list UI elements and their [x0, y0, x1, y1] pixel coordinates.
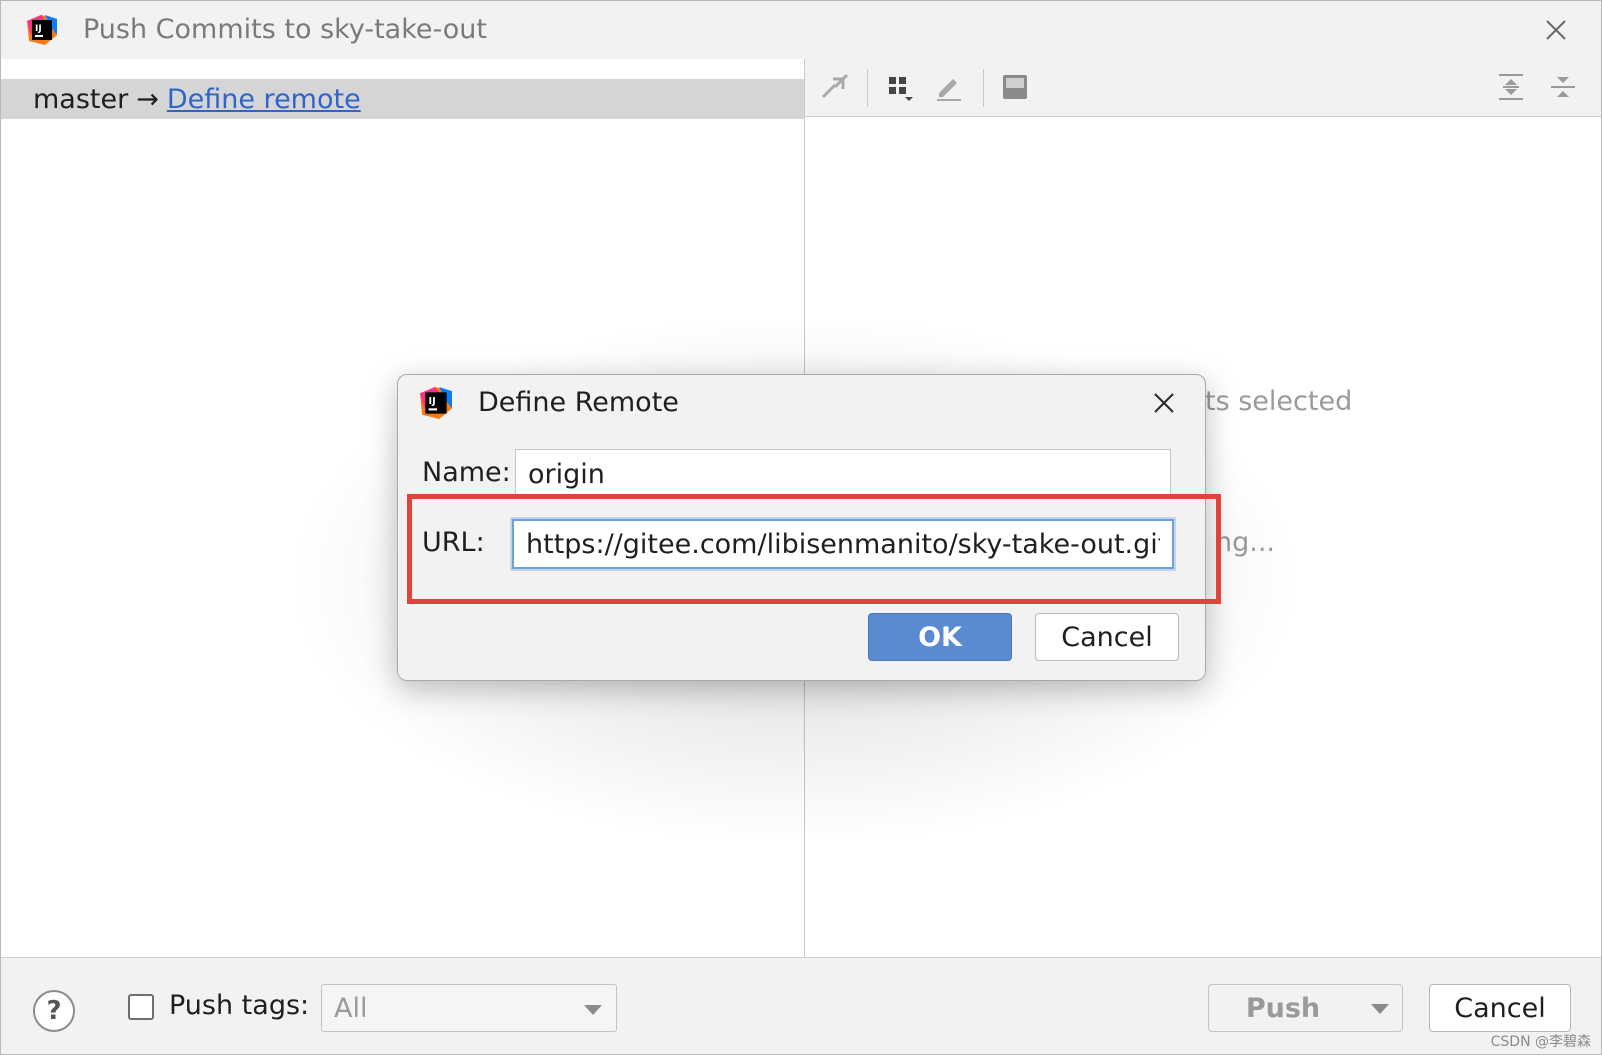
ok-button[interactable]: OK: [868, 613, 1012, 661]
no-commits-selected-text: ts selected: [1205, 386, 1353, 417]
preview-icon[interactable]: [999, 71, 1031, 103]
repo-row[interactable]: master → Define remote: [1, 79, 804, 119]
expand-all-icon[interactable]: [1495, 71, 1527, 103]
push-tags-select-value: All: [334, 993, 368, 1024]
toolbar-separator: [867, 69, 868, 107]
push-tags-checkbox[interactable]: [128, 994, 154, 1020]
help-button[interactable]: ?: [33, 990, 75, 1032]
intellij-idea-icon: IJ: [420, 387, 452, 419]
toolbar-separator: [983, 69, 984, 107]
url-label: URL:: [422, 527, 485, 558]
title-bar: IJ Push Commits to sky-take-out: [1, 1, 1601, 59]
intellij-idea-icon: IJ: [27, 15, 57, 45]
group-by-icon[interactable]: [885, 71, 917, 103]
svg-text:IJ: IJ: [429, 396, 436, 407]
cherry-pick-icon[interactable]: [819, 71, 851, 103]
define-remote-dialog: IJ Define Remote Name: URL: OK Cancel: [397, 374, 1206, 681]
push-button[interactable]: Push: [1208, 984, 1358, 1032]
push-options-dropdown[interactable]: [1357, 984, 1403, 1032]
dialog-footer: ? Push tags: All Push Cancel CSDN @李碧森: [1, 957, 1601, 1054]
push-tags-select[interactable]: All: [321, 984, 617, 1032]
name-label: Name:: [422, 457, 511, 488]
remote-url-input[interactable]: [512, 519, 1174, 569]
edit-icon[interactable]: [933, 71, 965, 103]
push-tags-label: Push tags:: [169, 990, 310, 1021]
dialog-title: Define Remote: [478, 387, 679, 418]
details-toolbar: [805, 59, 1601, 117]
branch-name: master: [33, 83, 129, 115]
define-remote-link[interactable]: Define remote: [167, 84, 361, 115]
collapse-all-icon[interactable]: [1547, 71, 1579, 103]
arrow-icon: →: [136, 83, 159, 115]
close-icon[interactable]: [1150, 389, 1178, 417]
close-icon[interactable]: [1541, 15, 1571, 45]
window-title: Push Commits to sky-take-out: [83, 14, 487, 45]
chevron-down-icon: [1371, 1004, 1389, 1014]
remote-name-input[interactable]: [515, 449, 1171, 499]
cancel-button[interactable]: Cancel: [1429, 984, 1571, 1032]
watermark: CSDN @李碧森: [1490, 1034, 1591, 1050]
svg-text:IJ: IJ: [35, 24, 42, 34]
loading-text: ng...: [1215, 527, 1275, 558]
dialog-cancel-button[interactable]: Cancel: [1035, 613, 1179, 661]
chevron-down-icon: [584, 1005, 602, 1015]
